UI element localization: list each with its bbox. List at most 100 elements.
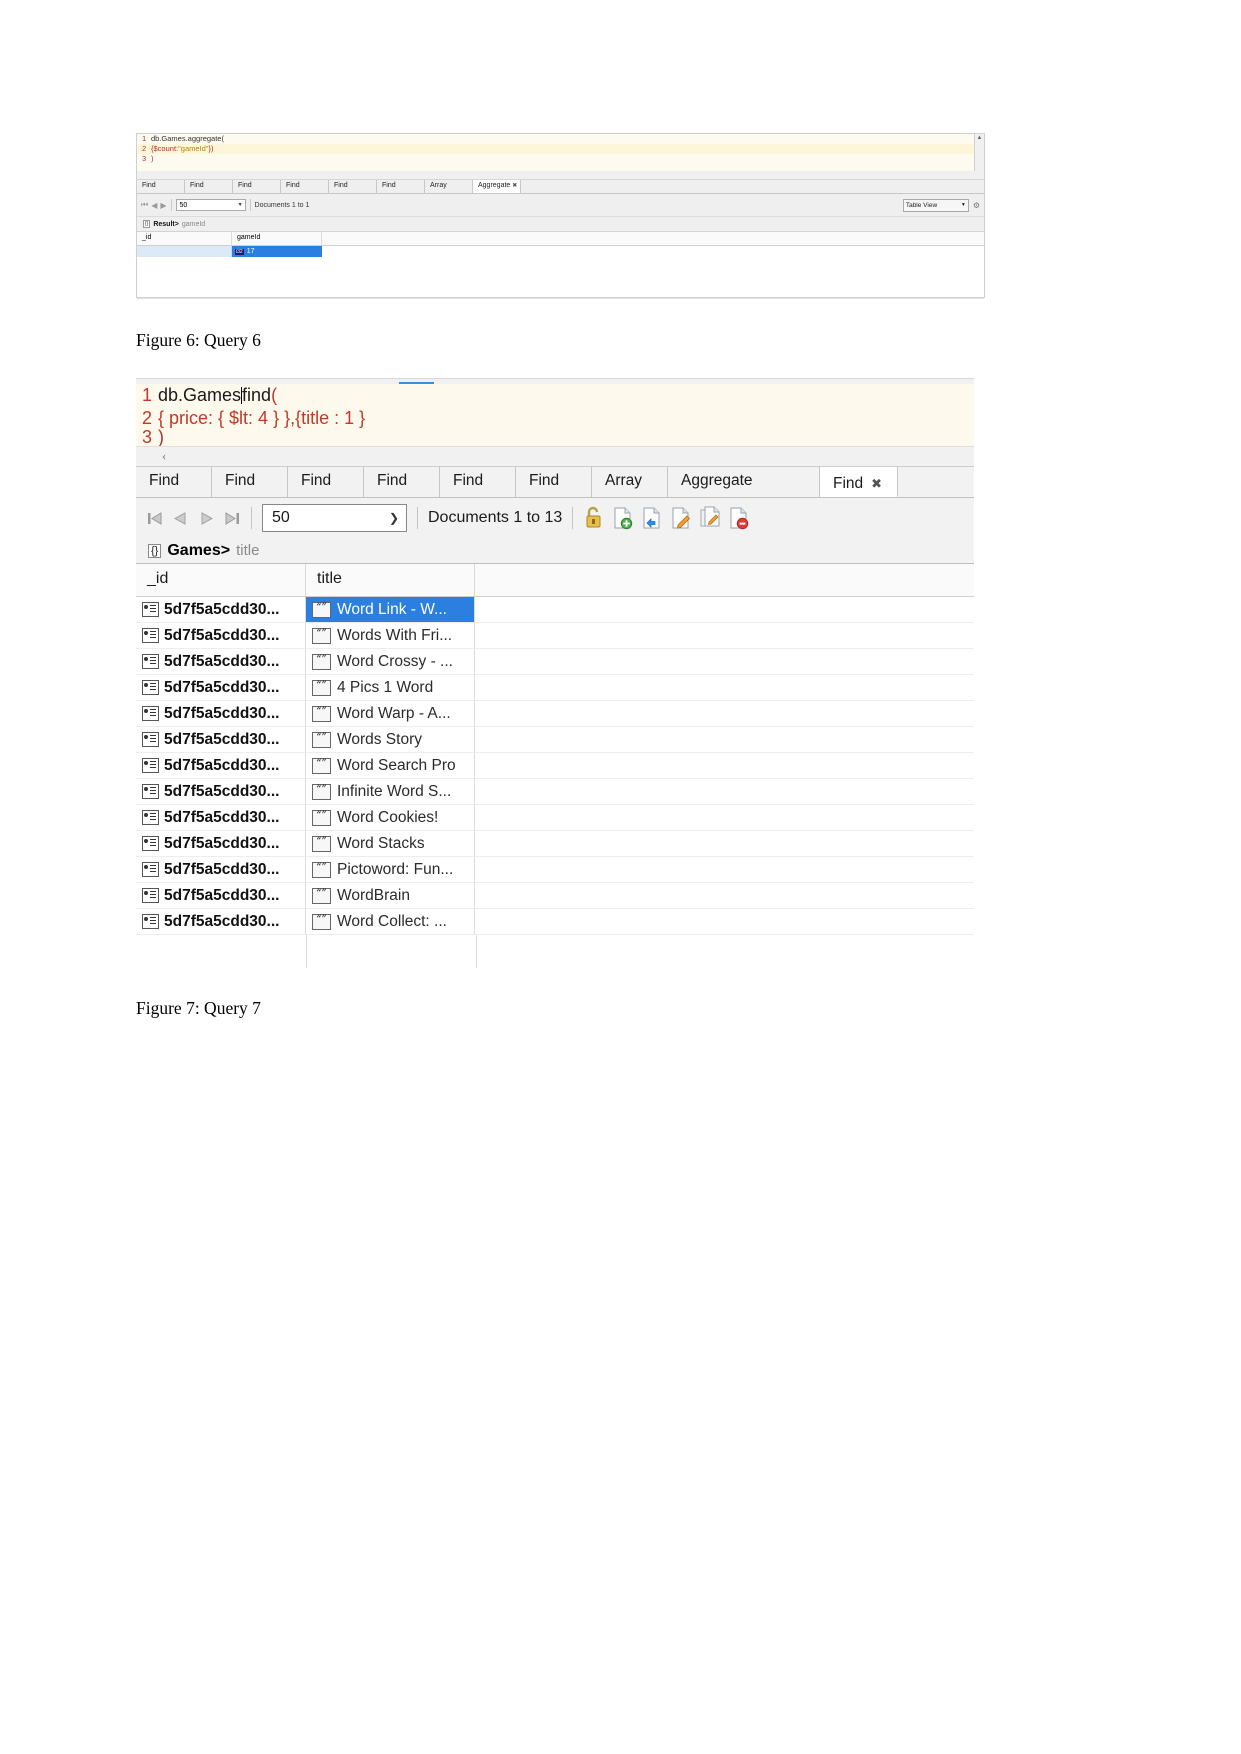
cell-title[interactable]: “” Words With Fri... bbox=[306, 623, 475, 649]
table-row[interactable]: 5d7f5a5cdd30... “” Words Story bbox=[136, 727, 974, 753]
cell-gameid[interactable]: i32 17 bbox=[232, 246, 322, 257]
cell-title[interactable]: “” Word Warp - A... bbox=[306, 701, 475, 727]
table-row[interactable]: 5d7f5a5cdd30... “” Word Warp - A... bbox=[136, 701, 974, 727]
close-icon[interactable]: ✖ bbox=[871, 476, 882, 492]
cell-id[interactable]: 5d7f5a5cdd30... bbox=[136, 779, 306, 805]
tab-aggregate-active[interactable]: Aggregate ✖ bbox=[473, 180, 521, 193]
query-editor-6[interactable]: 1 db.Games.aggregate( 2 {$count:"gameId"})… bbox=[137, 134, 984, 180]
cell-value: 5d7f5a5cdd30... bbox=[164, 600, 280, 618]
cell-id[interactable] bbox=[137, 246, 232, 257]
next-page-icon[interactable]: ▶ bbox=[160, 201, 166, 210]
cell-id[interactable]: 5d7f5a5cdd30... bbox=[136, 675, 306, 701]
tab-find-5[interactable]: Find bbox=[329, 180, 377, 193]
unlock-padlock-icon[interactable] bbox=[583, 506, 605, 530]
close-icon[interactable]: ✖ bbox=[512, 183, 517, 189]
table-row[interactable]: 5d7f5a5cdd30... “” WordBrain bbox=[136, 883, 974, 909]
table-row[interactable]: 5d7f5a5cdd30... “” Words With Fri... bbox=[136, 623, 974, 649]
editor-line-1: 1 db.Gamesfind( bbox=[136, 384, 974, 407]
tab-find-3[interactable]: Find bbox=[288, 467, 364, 497]
cell-id[interactable]: 5d7f5a5cdd30... bbox=[136, 597, 306, 623]
cell-title[interactable]: “” Pictoword: Fun... bbox=[306, 857, 475, 883]
cell-id[interactable]: 5d7f5a5cdd30... bbox=[136, 753, 306, 779]
column-header-title[interactable]: title bbox=[306, 564, 475, 596]
first-page-icon[interactable]: ⏮ bbox=[141, 200, 148, 210]
first-page-icon[interactable] bbox=[146, 510, 163, 527]
column-header-gameid[interactable]: gameId bbox=[232, 232, 322, 245]
cell-title[interactable]: “” WordBrain bbox=[306, 883, 475, 909]
chevron-down-icon[interactable]: ▼ bbox=[238, 202, 245, 208]
cell-title[interactable]: “” Word Link - W... bbox=[306, 597, 475, 623]
tab-find-1[interactable]: Find bbox=[136, 467, 212, 497]
chevron-down-icon[interactable]: ❯ bbox=[389, 511, 399, 525]
cell-title[interactable]: “” Word Crossy - ... bbox=[306, 649, 475, 675]
cell-id[interactable]: 5d7f5a5cdd30... bbox=[136, 831, 306, 857]
table-row[interactable]: 5d7f5a5cdd30... “” Word Search Pro bbox=[136, 753, 974, 779]
cell-title[interactable]: “” Word Stacks bbox=[306, 831, 475, 857]
tab-array[interactable]: Array bbox=[592, 467, 668, 497]
table-row[interactable]: 5d7f5a5cdd30... “” Word Link - W... bbox=[136, 597, 974, 623]
cell-id[interactable]: 5d7f5a5cdd30... bbox=[136, 701, 306, 727]
query-editor-7[interactable]: 1 db.Gamesfind( 2{ price: { $lt: 4 } },{t… bbox=[136, 384, 974, 446]
table-row[interactable]: 5d7f5a5cdd30... “” Word Stacks bbox=[136, 831, 974, 857]
editor-scroll-strip-7[interactable]: ‹ bbox=[136, 446, 974, 466]
edit-document-icon[interactable] bbox=[670, 506, 692, 530]
cell-id[interactable]: 5d7f5a5cdd30... bbox=[136, 805, 306, 831]
tab-array[interactable]: Array bbox=[425, 180, 473, 193]
tab-find-6[interactable]: Find bbox=[377, 180, 425, 193]
delete-document-icon[interactable] bbox=[728, 506, 750, 530]
breadcrumb-collection[interactable]: Games> bbox=[167, 542, 230, 560]
tab-find-2[interactable]: Find bbox=[185, 180, 233, 193]
cell-title[interactable]: “” Word Search Pro bbox=[306, 753, 475, 779]
gear-icon[interactable]: ⚙ bbox=[973, 201, 980, 210]
last-page-icon[interactable] bbox=[224, 510, 241, 527]
cell-id[interactable]: 5d7f5a5cdd30... bbox=[136, 909, 306, 935]
previous-page-icon[interactable]: ◀ bbox=[151, 201, 157, 210]
tab-find-2[interactable]: Find bbox=[212, 467, 288, 497]
clone-document-icon[interactable] bbox=[641, 506, 663, 530]
objectid-type-icon bbox=[142, 784, 159, 799]
breadcrumb-collection[interactable]: Result> bbox=[153, 221, 178, 228]
previous-page-icon[interactable] bbox=[172, 510, 189, 527]
editor-vertical-scrollbar[interactable]: ▲ bbox=[974, 134, 984, 179]
cell-title[interactable]: “” Word Collect: ... bbox=[306, 909, 475, 935]
editor-horizontal-scrollbar[interactable] bbox=[137, 171, 975, 179]
table-row[interactable]: i32 17 bbox=[137, 246, 984, 257]
next-page-icon[interactable] bbox=[198, 510, 215, 527]
breadcrumb-field[interactable]: gameId bbox=[182, 221, 205, 228]
table-row[interactable]: 5d7f5a5cdd30... “” Word Cookies! bbox=[136, 805, 974, 831]
page-size-select-6[interactable]: 50 ▼ bbox=[175, 199, 246, 211]
tab-find-active[interactable]: Find ✖ bbox=[820, 467, 898, 497]
table-row[interactable]: 5d7f5a5cdd30... “” 4 Pics 1 Word bbox=[136, 675, 974, 701]
cell-title[interactable]: “” Word Cookies! bbox=[306, 805, 475, 831]
tab-find-4[interactable]: Find bbox=[364, 467, 440, 497]
cell-id[interactable]: 5d7f5a5cdd30... bbox=[136, 727, 306, 753]
tab-aggregate[interactable]: Aggregate bbox=[668, 467, 820, 497]
breadcrumb-field[interactable]: title bbox=[236, 542, 259, 559]
tab-find-4[interactable]: Find bbox=[281, 180, 329, 193]
page-size-select-7[interactable]: 50 ❯ bbox=[262, 504, 407, 532]
scroll-up-icon[interactable]: ▲ bbox=[975, 134, 984, 142]
tab-find-5[interactable]: Find bbox=[440, 467, 516, 497]
cell-title[interactable]: “” Infinite Word S... bbox=[306, 779, 475, 805]
cell-id[interactable]: 5d7f5a5cdd30... bbox=[136, 649, 306, 675]
cell-title[interactable]: “” Words Story bbox=[306, 727, 475, 753]
cell-id[interactable]: 5d7f5a5cdd30... bbox=[136, 883, 306, 909]
table-row[interactable]: 5d7f5a5cdd30... “” Infinite Word S... bbox=[136, 779, 974, 805]
copy-document-icon[interactable] bbox=[699, 506, 721, 530]
table-row[interactable]: 5d7f5a5cdd30... “” Word Collect: ... bbox=[136, 909, 974, 935]
cell-value: Word Stacks bbox=[337, 834, 425, 852]
chevron-down-icon[interactable]: ▼ bbox=[961, 202, 966, 208]
cell-id[interactable]: 5d7f5a5cdd30... bbox=[136, 623, 306, 649]
tab-find-3[interactable]: Find bbox=[233, 180, 281, 193]
tab-find-1[interactable]: Find bbox=[137, 180, 185, 193]
column-header-id[interactable]: _id bbox=[137, 232, 232, 245]
add-document-icon[interactable] bbox=[612, 506, 634, 530]
table-row[interactable]: 5d7f5a5cdd30... “” Word Crossy - ... bbox=[136, 649, 974, 675]
tab-find-6[interactable]: Find bbox=[516, 467, 592, 497]
cell-title[interactable]: “” 4 Pics 1 Word bbox=[306, 675, 475, 701]
chevron-left-icon[interactable]: ‹ bbox=[162, 448, 166, 464]
table-row[interactable]: 5d7f5a5cdd30... “” Pictoword: Fun... bbox=[136, 857, 974, 883]
cell-id[interactable]: 5d7f5a5cdd30... bbox=[136, 857, 306, 883]
view-mode-select-6[interactable]: Table View ▼ bbox=[902, 198, 969, 212]
column-header-id[interactable]: _id bbox=[136, 564, 306, 596]
